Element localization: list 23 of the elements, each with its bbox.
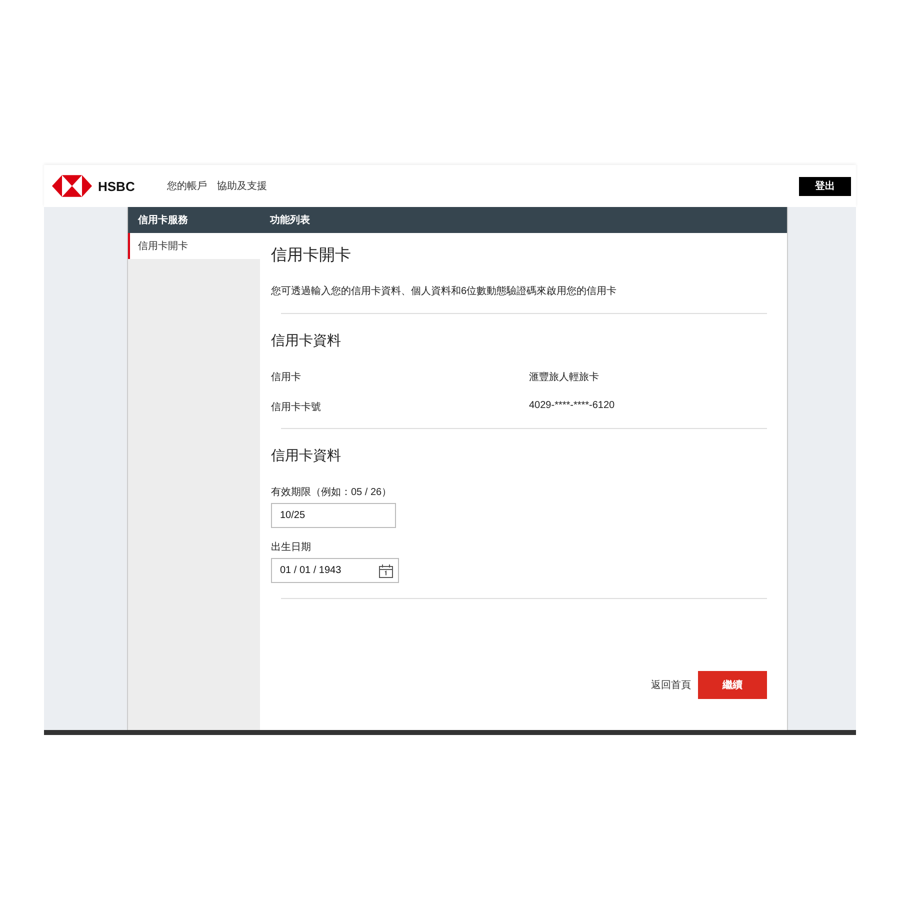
date-field[interactable]: 01 / 01 / 1943 [271,558,399,583]
calendar-icon [378,562,394,578]
sidebar-title: 信用卡服務 [136,214,189,227]
input-field[interactable]: 10/25 [271,503,396,528]
field-label: 有效期限（例如：05 / 26） [271,486,392,499]
page-title: 信用卡開卡 [271,246,352,266]
brand-name: HSBC [98,178,135,194]
intro-text: 您可透過輸入您的信用卡資料、個人資料和6位數動態驗證碼來啟用您的信用卡 [271,284,618,298]
sidebar-item[interactable]: 信用卡開卡 [128,233,260,259]
field-value: 滙豐旅人輕旅卡 [529,370,600,384]
section-heading: 信用卡資料 [271,332,342,350]
back-link[interactable]: 返回首頁 [651,678,691,692]
field-label: 信用卡 [271,370,302,384]
section-title: 功能列表 [269,214,310,227]
logo-icon [52,175,92,197]
section-heading: 信用卡資料 [271,447,342,465]
logout-button[interactable]: 登出 [799,176,851,196]
continue-button[interactable]: 繼續 [698,671,767,699]
field-value: 4029-****-****-6120 [529,400,616,413]
nav-link[interactable]: 協助及支援 [217,179,267,193]
nav-link[interactable]: 您的帳戶 [167,179,207,193]
field-label: 信用卡卡號 [271,400,322,414]
field-label: 出生日期 [271,540,311,554]
